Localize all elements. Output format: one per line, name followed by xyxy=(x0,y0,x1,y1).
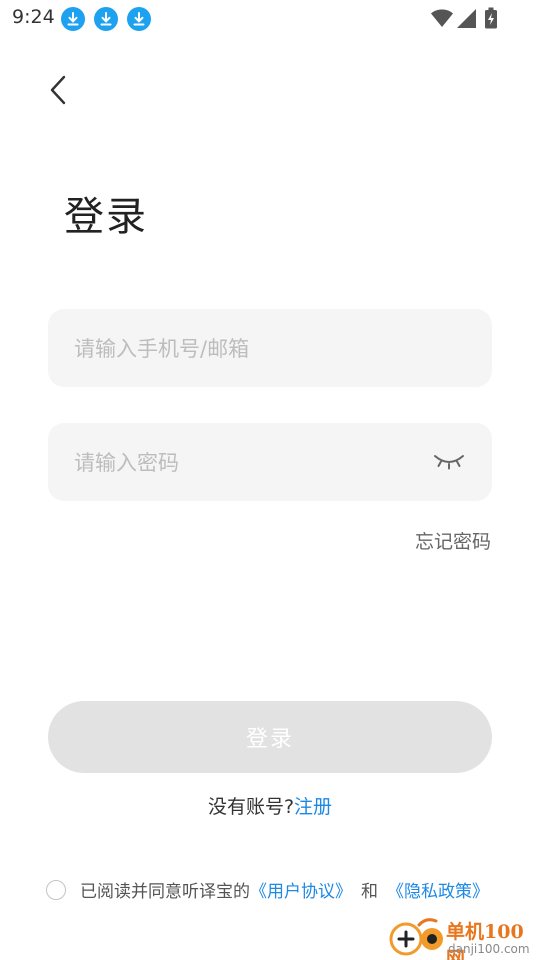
watermark-logo-icon xyxy=(389,918,443,956)
forgot-password-link[interactable]: 忘记密码 xyxy=(415,527,491,554)
eye-closed-icon[interactable] xyxy=(432,451,466,473)
account-field xyxy=(48,309,492,389)
user-agreement-link[interactable]: 《用户协议》 xyxy=(250,877,352,902)
agreement-row: 已阅读并同意听译宝的 《用户协议》 和 《隐私政策》 xyxy=(46,877,489,902)
wifi-icon xyxy=(430,7,454,33)
watermark: 单机100网 danji100.com xyxy=(388,915,538,960)
agreement-and: 和 xyxy=(361,882,378,902)
password-field xyxy=(48,423,492,503)
download-icon xyxy=(94,7,118,31)
download-icon xyxy=(61,7,85,31)
status-time: 9:24 xyxy=(12,6,55,28)
agreement-checkbox[interactable] xyxy=(46,879,66,900)
register-prompt: 没有账号? xyxy=(207,796,295,818)
chevron-left-icon xyxy=(50,75,66,105)
account-input[interactable] xyxy=(72,309,416,389)
page-title: 登录 xyxy=(64,194,148,240)
download-icon xyxy=(127,7,151,31)
back-button[interactable] xyxy=(40,70,76,110)
privacy-policy-link[interactable]: 《隐私政策》 xyxy=(387,877,489,902)
login-button[interactable]: 登录 xyxy=(48,701,492,773)
login-screen: 9:24 登录 请输入手机号/邮箱 忘记密码 登录 没有账号?注册 已阅读并同意… xyxy=(0,0,540,960)
password-input[interactable] xyxy=(72,423,416,503)
status-bar: 9:24 xyxy=(0,0,540,36)
register-link[interactable]: 注册 xyxy=(294,796,332,818)
watermark-url: danji100.com xyxy=(448,942,530,956)
register-row: 没有账号?注册 xyxy=(0,792,540,819)
agreement-text: 已阅读并同意听译宝的 xyxy=(80,882,250,902)
battery-charging-icon xyxy=(484,7,498,33)
signal-icon xyxy=(455,7,477,33)
